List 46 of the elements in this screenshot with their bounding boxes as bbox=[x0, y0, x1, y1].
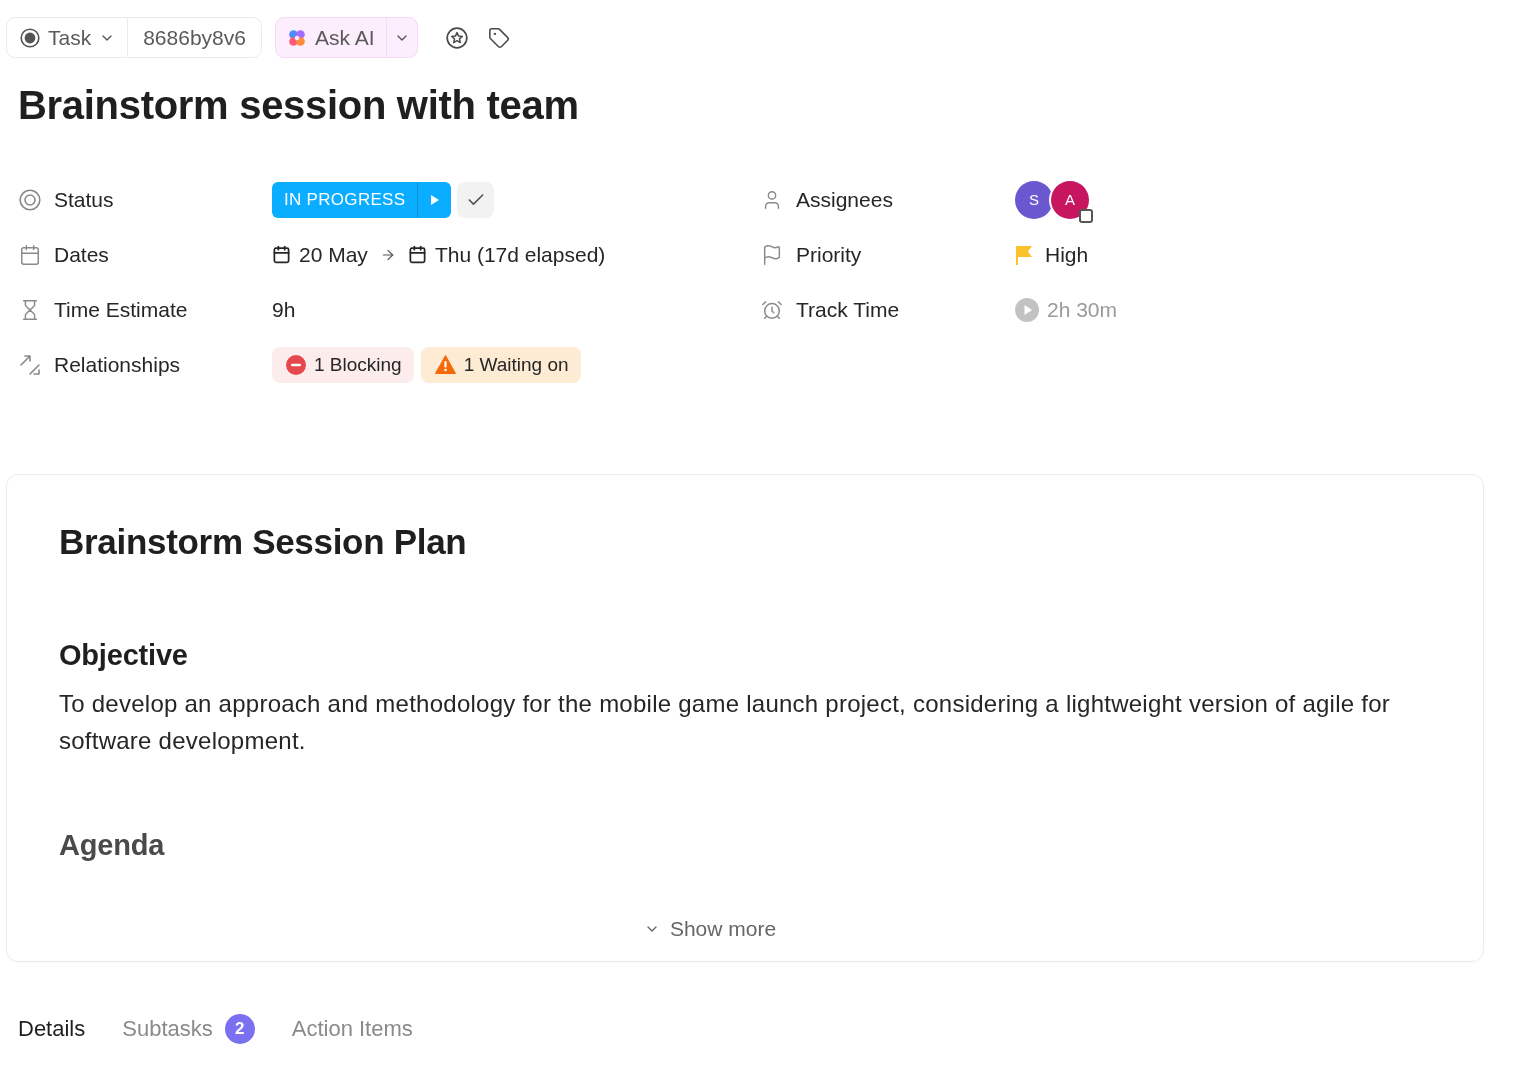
document-heading: Brainstorm Session Plan bbox=[59, 521, 468, 563]
radio-dot-icon bbox=[20, 27, 40, 48]
calendar-icon bbox=[407, 245, 427, 264]
relationship-chip[interactable]: 1 Blocking bbox=[272, 346, 414, 383]
tab[interactable]: Subtasks 2 bbox=[122, 1014, 255, 1044]
priority-button[interactable]: High bbox=[1015, 242, 1089, 267]
field-label: Time Estimate bbox=[54, 297, 188, 322]
field-label: Assignees bbox=[796, 187, 893, 212]
show-more-button[interactable]: Show more bbox=[643, 914, 777, 944]
relationship-chip[interactable]: 1 Waiting on bbox=[420, 346, 581, 383]
star-circle-icon bbox=[446, 26, 469, 49]
square-icon bbox=[1079, 208, 1093, 223]
play-circle-icon bbox=[1015, 297, 1039, 322]
flag-icon bbox=[761, 243, 783, 266]
start-date-button[interactable]: 20 May bbox=[272, 242, 368, 267]
field-label: Dates bbox=[54, 242, 109, 267]
tab[interactable]: Details bbox=[18, 1016, 86, 1042]
minus-circle-icon bbox=[286, 354, 306, 375]
play-icon bbox=[430, 194, 439, 205]
field-label: Track Time bbox=[796, 297, 900, 322]
section-heading: Objective bbox=[59, 638, 189, 673]
count-badge: 2 bbox=[224, 1014, 255, 1044]
section-heading: Agenda bbox=[59, 828, 166, 863]
ask-ai-button[interactable]: Ask AI bbox=[274, 17, 388, 58]
tag-icon bbox=[488, 26, 511, 49]
status-ring-icon bbox=[19, 188, 41, 211]
alarm-clock-icon bbox=[761, 298, 783, 321]
flag-icon bbox=[1015, 244, 1033, 265]
field-label: Status bbox=[54, 187, 114, 212]
task-id-button[interactable]: 8686by8v6 bbox=[127, 17, 262, 58]
avatar[interactable]: S bbox=[1015, 180, 1053, 219]
warning-icon bbox=[434, 355, 456, 374]
calendar-icon bbox=[272, 245, 291, 264]
section-text: To develop an approach and methodology for the mobile game launch project, considering a lightweight version of agile for software development. bbox=[59, 689, 1392, 756]
task-type-button[interactable]: Task bbox=[6, 17, 129, 58]
field-label: Relationships bbox=[54, 352, 181, 377]
time-estimate-value: 9h bbox=[272, 297, 296, 322]
complete-button[interactable] bbox=[457, 181, 495, 218]
next-status-button[interactable] bbox=[417, 181, 452, 218]
calendar-icon bbox=[19, 243, 41, 266]
task-title: Brainstorm session with team bbox=[18, 82, 580, 129]
sparkle-icon bbox=[286, 27, 307, 48]
ask-ai-menu-button[interactable] bbox=[386, 17, 419, 58]
due-date-button[interactable]: Thu (17d elapsed) bbox=[407, 242, 606, 267]
field-label: Priority bbox=[796, 242, 862, 267]
arrows-icon bbox=[19, 353, 41, 376]
